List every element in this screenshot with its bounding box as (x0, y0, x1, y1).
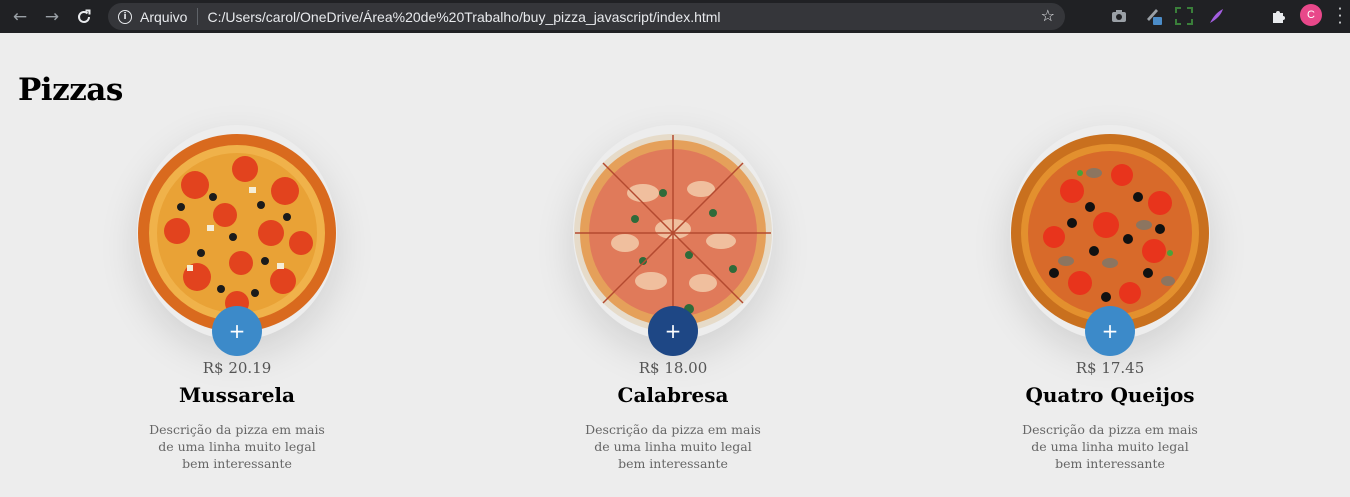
address-bar[interactable]: i Arquivo C:/Users/carol/OneDrive/Área%2… (108, 3, 1065, 30)
pizza-image[interactable] (573, 133, 773, 333)
camera-icon[interactable] (1108, 5, 1130, 27)
pizza-image-area[interactable]: + (543, 125, 803, 356)
pizza-description: Descrição da pizza em mais de uma linha … (149, 422, 325, 471)
pizza-price: R$ 17.45 (1075, 359, 1145, 377)
address-divider (197, 8, 199, 25)
star-icon[interactable]: ☆ (1041, 6, 1055, 25)
pizza-price: R$ 20.19 (202, 359, 272, 377)
pizza-name: Mussarela (179, 383, 295, 407)
pizza-image-area[interactable]: + (107, 125, 367, 356)
add-to-cart-button[interactable]: + (648, 306, 698, 356)
pizza-item: + R$ 17.45 Quatro Queijos Descrição da p… (980, 125, 1240, 475)
pizza-description: Descrição da pizza em mais de uma linha … (1022, 422, 1198, 471)
url-text[interactable]: C:/Users/carol/OneDrive/Área%20de%20Trab… (207, 9, 720, 25)
add-to-cart-button[interactable]: + (1085, 306, 1135, 356)
pizza-item: + R$ 18.00 Calabresa Descrição da pizza … (543, 125, 803, 475)
pizza-image[interactable] (137, 133, 337, 333)
info-icon[interactable]: i (118, 9, 132, 24)
profile-avatar[interactable]: C (1300, 4, 1322, 26)
screen-capture-icon[interactable] (1173, 5, 1195, 27)
forward-arrow-icon[interactable]: → (39, 4, 65, 30)
pizza-image[interactable] (1010, 133, 1210, 333)
more-vert-icon[interactable]: · · · (1336, 2, 1344, 31)
pizza-name: Quatro Queijos (1025, 383, 1195, 407)
browser-toolbar: ← → i Arquivo C:/Users/carol/OneDrive/Ár… (0, 0, 1350, 33)
reload-icon[interactable] (71, 4, 97, 30)
pen-icon[interactable] (1142, 5, 1164, 27)
pizza-description: Descrição da pizza em mais de uma linha … (585, 422, 761, 471)
page-title: Pizzas (18, 72, 123, 108)
pizza-name: Calabresa (617, 383, 729, 407)
pizza-item: + R$ 20.19 Mussarela Descrição da pizza … (107, 125, 367, 475)
scheme-label: Arquivo (140, 8, 188, 25)
back-arrow-icon[interactable]: ← (7, 4, 33, 30)
pizza-price: R$ 18.00 (638, 359, 708, 377)
add-to-cart-button[interactable]: + (212, 306, 262, 356)
puzzle-icon[interactable] (1268, 5, 1290, 27)
pizza-image-area[interactable]: + (980, 125, 1240, 356)
feather-icon[interactable] (1205, 5, 1227, 27)
